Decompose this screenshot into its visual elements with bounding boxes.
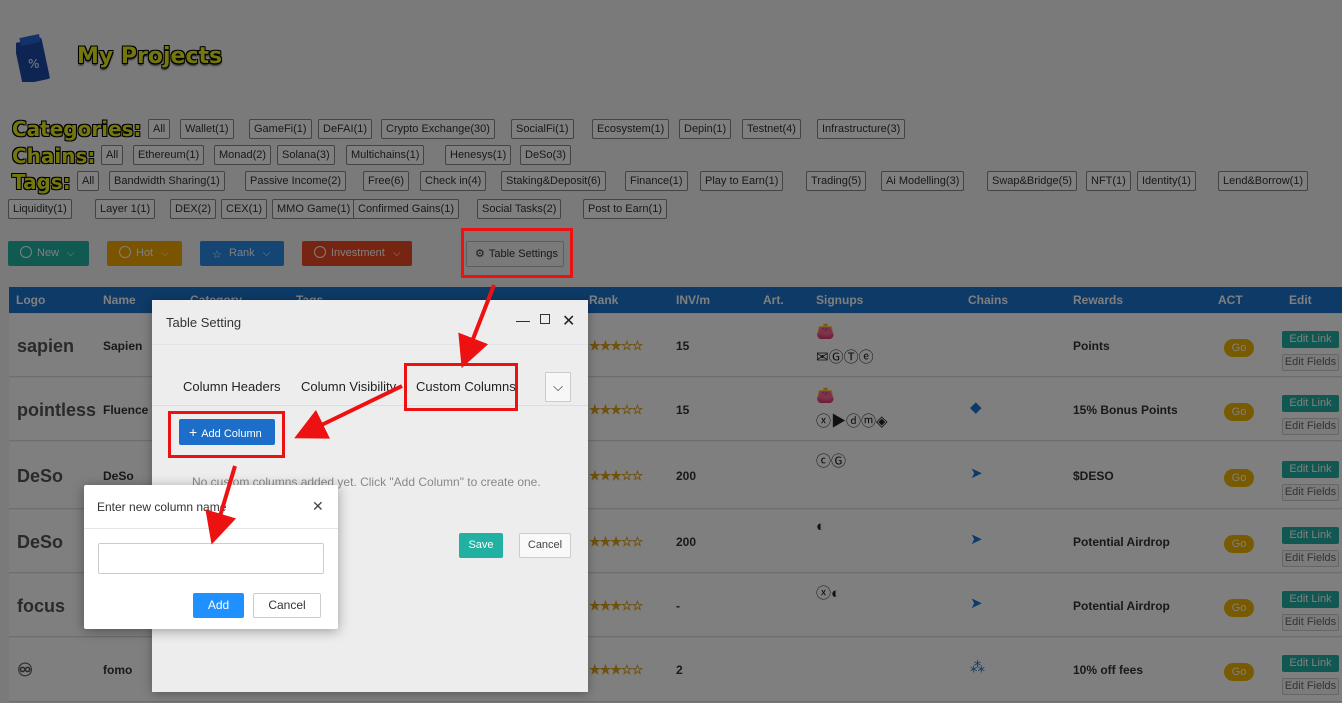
arrow-1 — [458, 284, 496, 369]
arrow-3 — [205, 465, 237, 545]
arrow-2 — [294, 384, 403, 439]
annotation-arrows — [205, 284, 496, 545]
